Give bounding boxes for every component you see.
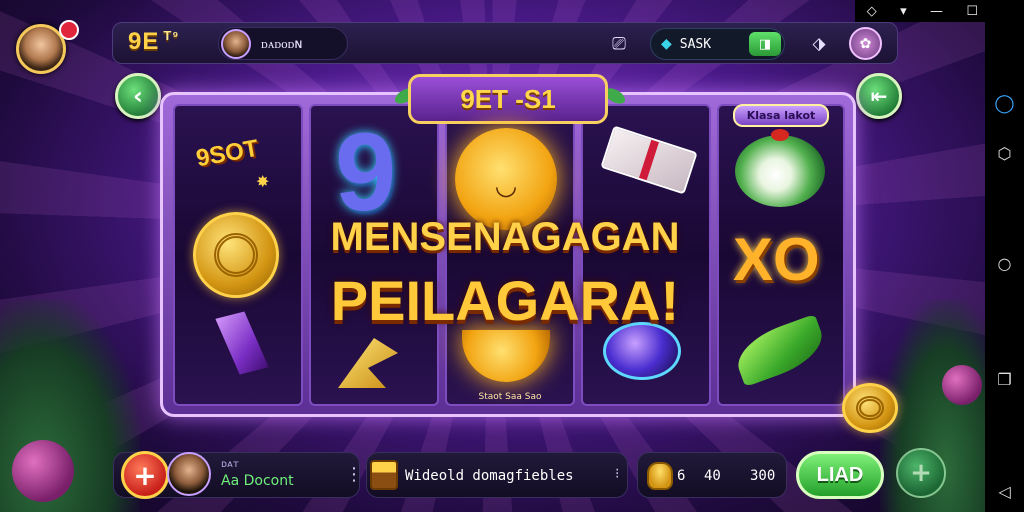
plus-icon: +	[133, 458, 157, 492]
balance-pill[interactable]: ◆ SASK ◨	[650, 28, 785, 60]
player-pill[interactable]: ᴅᴀᴅᴏᴅɴ	[218, 27, 348, 60]
player-label: ᴅᴀᴛ	[221, 459, 239, 470]
headline-line-1: MENSENAGAGAN	[330, 215, 680, 259]
settings-badge-icon[interactable]: ✿	[849, 27, 882, 60]
brand-logo: 9E T⁹	[128, 28, 179, 56]
spin-label: LIAD	[816, 463, 864, 486]
slot-title-plate: 9ET -S1	[408, 74, 608, 124]
reel-caption-text: Staot Saa Sao	[478, 392, 542, 402]
xo-text: XO	[733, 226, 820, 293]
spin-button[interactable]: LIAD	[796, 451, 884, 499]
system-side-bar: ◯ ⬡ ○ ❐ ◁	[985, 0, 1024, 512]
bet-value[interactable]: 40	[704, 468, 721, 484]
promo-text: Wideold domagfiebles	[405, 468, 574, 484]
chat-icon[interactable]: ⎚	[604, 29, 634, 59]
plus-icon: +	[910, 458, 932, 488]
back-nav-icon[interactable]: ◁	[985, 476, 1024, 506]
wifi-icon: ▾	[900, 3, 907, 19]
berry-decoration	[12, 440, 74, 502]
player-avatar	[221, 28, 251, 59]
notification-badge[interactable]	[59, 20, 79, 40]
brand-text: 9E	[128, 28, 160, 55]
promo-more-icon[interactable]: ⁝	[615, 466, 619, 482]
back-arrow-icon: ‹	[133, 82, 143, 110]
berry-decoration	[942, 365, 982, 405]
notification-status-icon: ◇	[866, 3, 877, 19]
assistant-icon[interactable]: ◯	[985, 88, 1024, 118]
gold-coin-symbol	[193, 212, 279, 298]
menu-collapse-button[interactable]: ⇤	[856, 73, 902, 119]
chest-icon	[370, 460, 398, 490]
minimize-window-icon[interactable]: —	[930, 4, 943, 19]
bet-small-value: 6	[677, 468, 686, 484]
bet-total: 300	[750, 468, 776, 484]
add-funds-button[interactable]: +	[121, 451, 169, 499]
gold-coin-decoration	[842, 383, 898, 433]
recent-apps-icon[interactable]: ❐	[985, 364, 1024, 394]
add-button[interactable]: +	[896, 448, 946, 498]
xo-symbol: XO	[733, 230, 820, 290]
headline-line-2: PEILAGARA!	[330, 269, 680, 332]
reel-label: Klasa lakot	[746, 109, 816, 122]
menu-collapse-icon: ⇤	[870, 84, 888, 108]
balance-label: SASK	[679, 36, 712, 52]
bottom-player-avatar	[167, 452, 211, 496]
melon-symbol	[735, 129, 825, 207]
slot-title: 9ET -S1	[460, 83, 556, 114]
brand-superscript: T⁹	[163, 28, 180, 43]
home-hexagon-icon[interactable]: ⬡	[985, 138, 1024, 168]
gem-icon: ◆	[661, 36, 672, 52]
more-options-icon[interactable]: ⋮	[345, 464, 363, 485]
share-icon[interactable]: ⬗	[804, 29, 834, 59]
wallet-icon[interactable]: ◨	[749, 32, 781, 56]
home-circle-icon[interactable]: ○	[985, 248, 1024, 278]
reel-label-plate: Klasa lakot	[733, 104, 829, 127]
nine-symbol: 9	[335, 111, 397, 234]
maximize-window-icon[interactable]: ☐	[966, 4, 978, 19]
sparkle-icon: ✸	[256, 172, 270, 191]
player-name: ᴅᴀᴅᴏᴅɴ	[261, 36, 303, 52]
coins-icon	[647, 462, 673, 490]
back-arrow-button[interactable]: ‹	[115, 73, 161, 119]
reel-caption: Staot Saa Sao	[470, 392, 550, 402]
bottom-player-name: Aa Docont	[221, 473, 294, 489]
